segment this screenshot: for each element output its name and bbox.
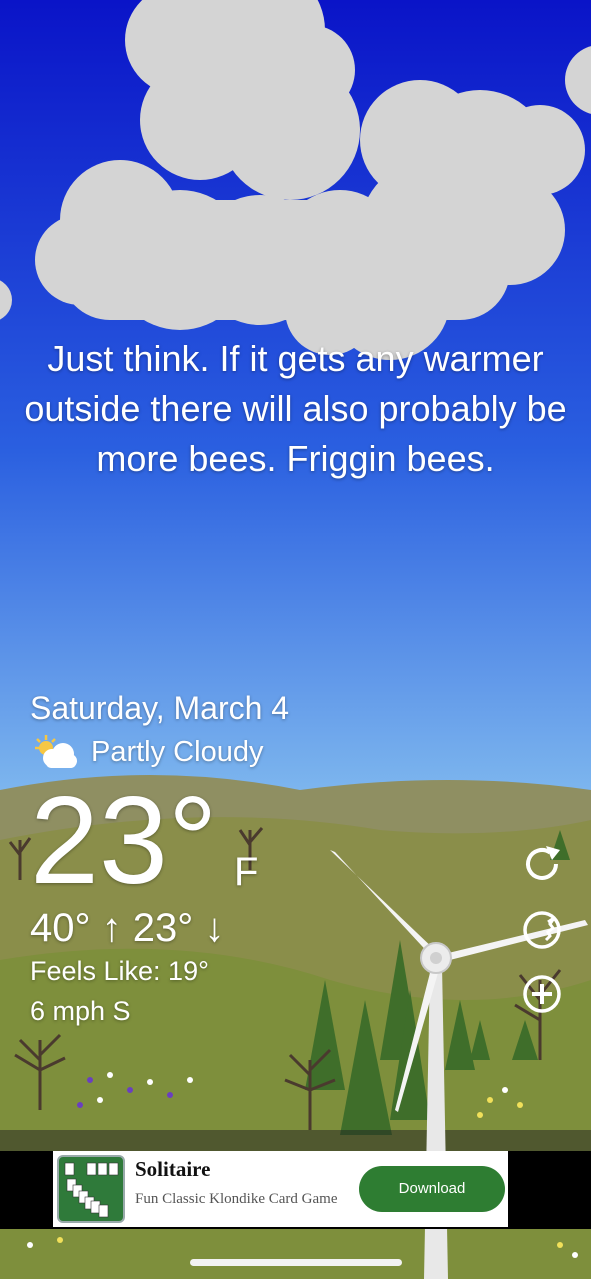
wind-speed: 6 mph S bbox=[30, 996, 131, 1026]
home-indicator[interactable] bbox=[190, 1259, 402, 1266]
ad-card[interactable]: Solitaire Fun Classic Klondike Card Game… bbox=[53, 1151, 508, 1227]
location-icon bbox=[523, 911, 561, 949]
date-label: Saturday, March 4 bbox=[30, 690, 290, 726]
condition-label: Partly Cloudy bbox=[91, 736, 264, 768]
ground-strip bbox=[0, 1130, 591, 1152]
add-location-button[interactable] bbox=[520, 972, 564, 1016]
ad-banner[interactable]: Solitaire Fun Classic Klondike Card Game… bbox=[0, 1151, 591, 1229]
solitaire-app-icon bbox=[57, 1155, 125, 1223]
high-low-temperature: 40° ↑ 23° ↓ bbox=[30, 906, 225, 950]
ad-title: Solitaire bbox=[135, 1157, 211, 1181]
ad-subtitle: Fun Classic Klondike Card Game bbox=[135, 1191, 338, 1207]
refresh-icon bbox=[526, 846, 560, 880]
feels-like: Feels Like: 19° bbox=[30, 956, 209, 986]
partly-cloudy-icon bbox=[35, 735, 77, 768]
weather-scene bbox=[0, 0, 591, 1279]
location-button[interactable] bbox=[520, 908, 564, 952]
refresh-button[interactable] bbox=[520, 842, 564, 886]
humor-quote: Just think. If it gets any warmer outsid… bbox=[24, 338, 567, 479]
ad-download-button[interactable]: Download bbox=[359, 1166, 505, 1212]
temperature-unit: F bbox=[234, 850, 259, 894]
add-icon bbox=[523, 975, 561, 1013]
current-temperature: 23° bbox=[30, 772, 218, 910]
